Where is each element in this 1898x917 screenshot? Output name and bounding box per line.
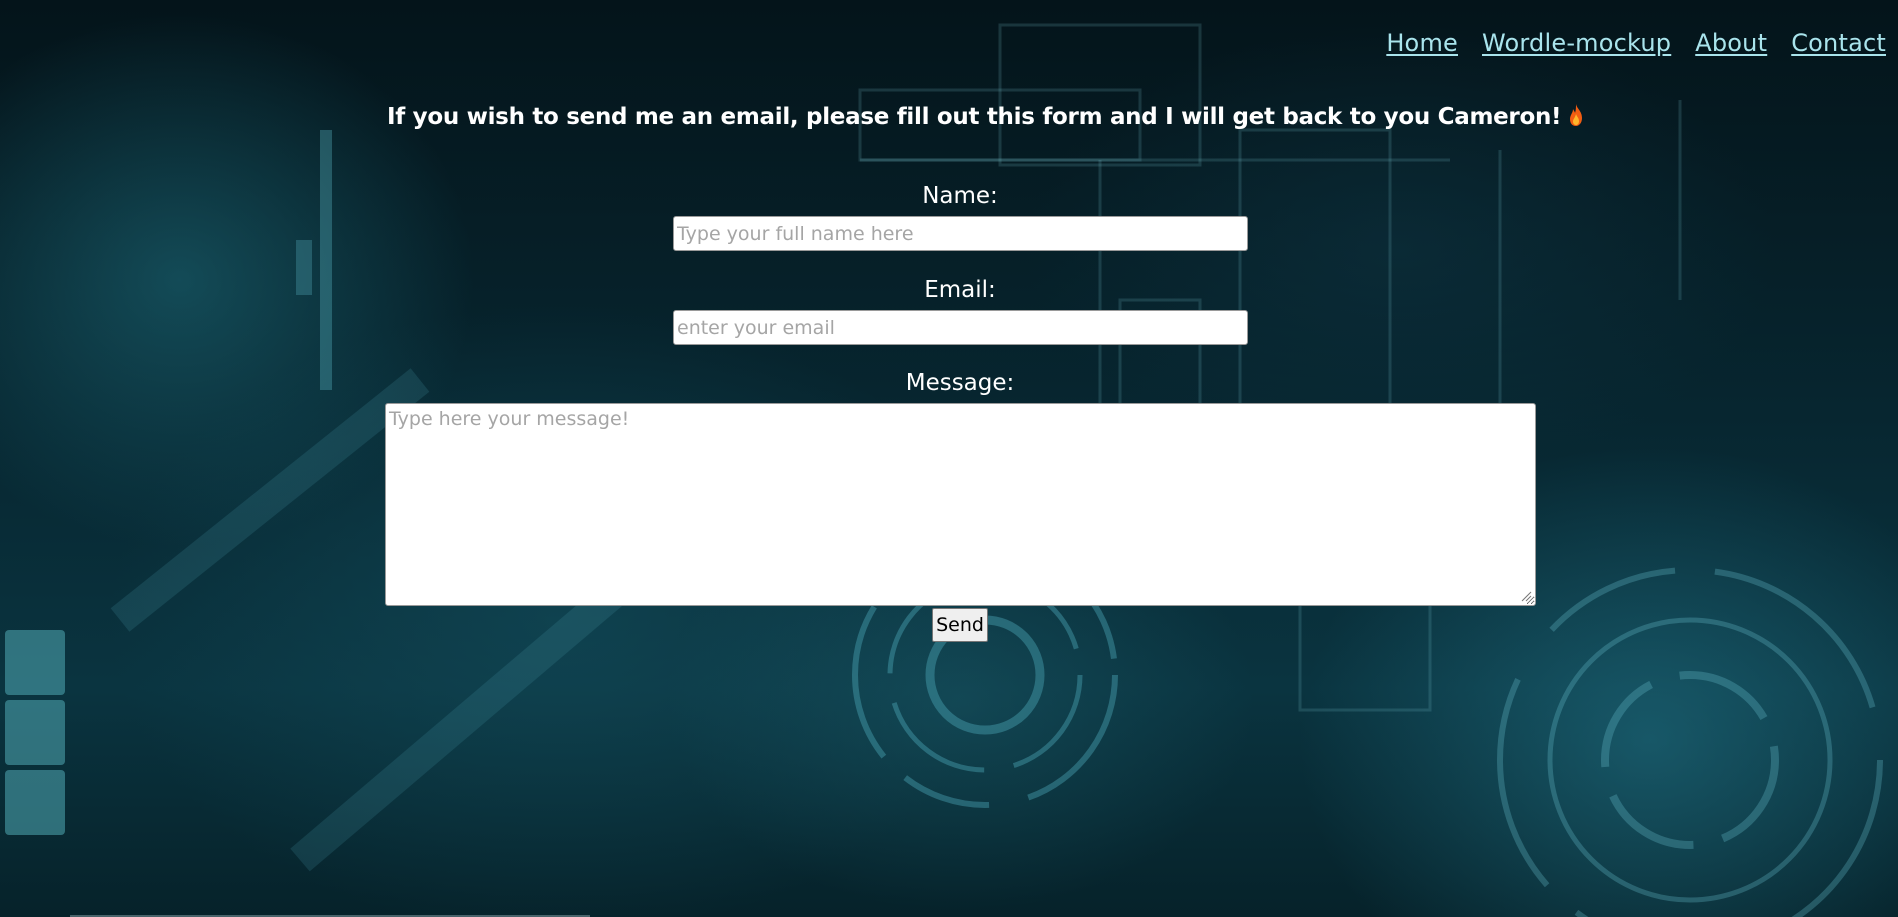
top-navigation: Home Wordle-mockup About Contact: [1386, 29, 1886, 57]
name-input[interactable]: [673, 216, 1248, 251]
nav-link-home[interactable]: Home: [1386, 29, 1458, 57]
fire-emoji-icon: [1570, 104, 1583, 126]
message-label: Message:: [905, 370, 1015, 396]
nav-link-about[interactable]: About: [1695, 29, 1767, 57]
page-heading: If you wish to send me an email, please …: [387, 103, 1583, 130]
send-button[interactable]: Send: [932, 608, 988, 642]
email-label: Email:: [924, 277, 996, 303]
nav-link-wordle-mockup[interactable]: Wordle-mockup: [1482, 29, 1671, 57]
page-heading-text: If you wish to send me an email, please …: [387, 104, 1562, 130]
email-input[interactable]: [673, 310, 1248, 345]
name-label: Name:: [922, 183, 998, 209]
nav-link-contact[interactable]: Contact: [1791, 29, 1886, 57]
message-textarea[interactable]: [385, 403, 1536, 606]
